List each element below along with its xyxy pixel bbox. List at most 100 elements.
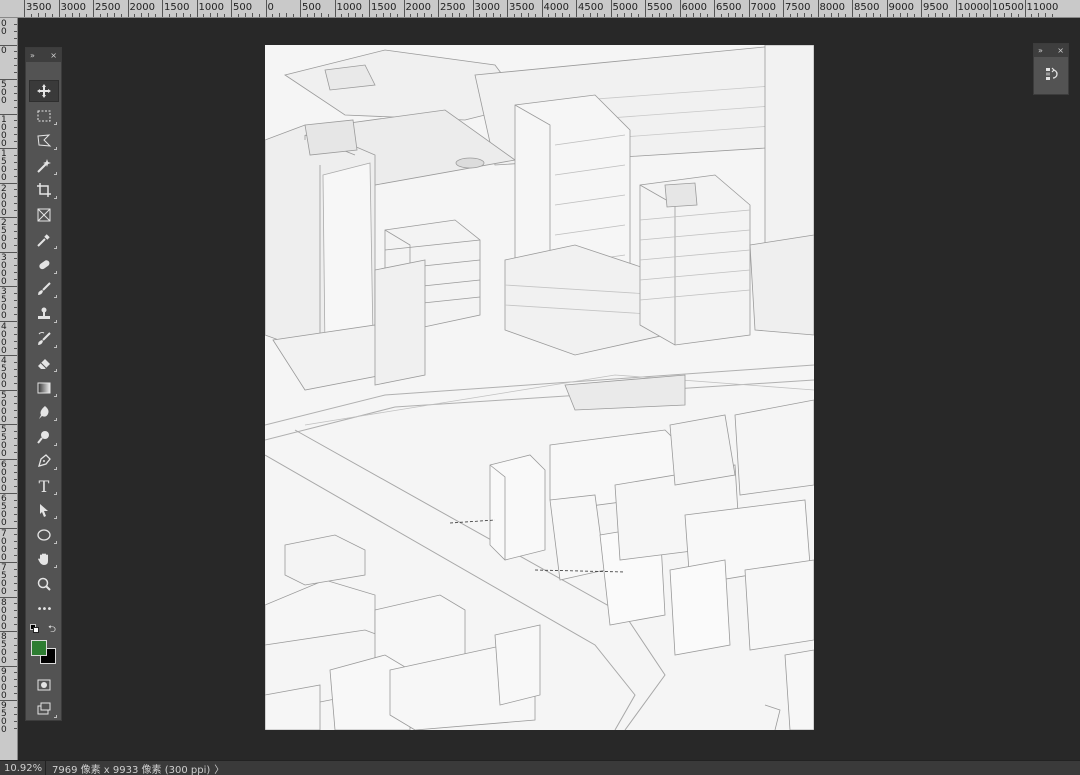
rect-marquee-icon	[37, 110, 51, 122]
ruler-minor-tick	[306, 14, 308, 17]
shape-tool[interactable]	[29, 524, 59, 546]
pen-tool[interactable]	[29, 450, 59, 472]
crop-tool[interactable]	[29, 179, 59, 201]
frame-tool[interactable]	[29, 204, 59, 226]
move-tool[interactable]	[29, 80, 59, 102]
ruler-major-tick	[472, 0, 474, 17]
ruler-minor-tick	[872, 13, 874, 17]
brush-tool[interactable]	[29, 278, 59, 300]
marquee-tool[interactable]	[29, 105, 59, 127]
ruler-minor-tick	[203, 14, 205, 17]
ruler-minor-tick	[14, 437, 17, 439]
tools-panel: » × T ••• ⮌	[25, 47, 62, 721]
ruler-minor-tick	[720, 14, 722, 17]
vertical-ruler[interactable]: 5000500100015002000250030003500400045005…	[0, 18, 18, 760]
ruler-minor-tick	[99, 14, 101, 17]
edit-toolbar[interactable]: •••	[29, 598, 59, 620]
ruler-label: 2000	[1, 183, 7, 218]
healing-brush-tool[interactable]	[29, 254, 59, 276]
ruler-label: 3500	[26, 2, 52, 13]
swap-colors-button[interactable]: ⮌	[48, 622, 56, 639]
ruler-minor-tick	[14, 651, 17, 653]
ruler-label: 4000	[1, 321, 7, 356]
ruler-label: 1500	[371, 2, 397, 13]
ruler-minor-tick	[479, 14, 481, 17]
default-colors-button[interactable]	[30, 624, 39, 633]
ruler-minor-tick	[451, 13, 453, 17]
ruler-minor-tick	[14, 341, 17, 343]
ruler-major-tick	[334, 0, 336, 17]
dodge-tool[interactable]	[29, 426, 59, 448]
ruler-minor-tick	[824, 14, 826, 17]
hand-tool[interactable]	[29, 548, 59, 570]
ruler-label: 3000	[1, 252, 7, 287]
close-panel-button[interactable]: ×	[50, 51, 57, 60]
ruler-minor-tick	[796, 13, 798, 17]
ruler-minor-tick	[189, 14, 191, 17]
ruler-major-tick	[93, 0, 94, 17]
ruler-minor-tick	[355, 13, 357, 17]
ruler-minor-tick	[168, 14, 170, 17]
ruler-minor-tick	[14, 72, 17, 74]
expand-dock-button[interactable]: »	[1038, 46, 1043, 55]
ruler-minor-tick	[14, 568, 17, 570]
quick-mask-button[interactable]	[29, 674, 59, 696]
path-selection-tool[interactable]	[29, 499, 59, 521]
ruler-label: 9500	[923, 2, 949, 13]
document-canvas[interactable]	[265, 45, 814, 730]
ruler-minor-tick	[14, 85, 17, 87]
ruler-minor-tick	[865, 13, 867, 17]
zoom-tool[interactable]	[29, 573, 59, 595]
blur-tool[interactable]	[29, 401, 59, 423]
ruler-minor-tick	[14, 361, 17, 363]
ruler-label: 10000	[957, 2, 990, 13]
ruler-minor-tick	[14, 672, 17, 674]
photoshop-workspace: 3500 3000 2500 2000 1500 1000 500 0 500 1000 1500 2…	[0, 0, 1080, 775]
ruler-label: 2500	[440, 2, 466, 13]
history-brush-tool[interactable]	[29, 328, 59, 350]
ruler-minor-tick	[465, 14, 467, 17]
ruler-minor-tick	[14, 720, 17, 722]
ruler-minor-tick	[14, 624, 17, 626]
foreground-color-swatch[interactable]	[31, 640, 47, 656]
ruler-minor-tick	[548, 14, 550, 17]
clone-stamp-tool[interactable]	[29, 303, 59, 325]
ruler-minor-tick	[14, 244, 17, 246]
move-icon	[37, 84, 51, 98]
lasso-tool[interactable]	[29, 130, 59, 152]
history-panel-button[interactable]	[1041, 63, 1063, 85]
ruler-minor-tick	[941, 13, 943, 17]
eraser-tool[interactable]	[29, 352, 59, 374]
magic-wand-tool[interactable]	[29, 155, 59, 177]
zoom-level-field[interactable]: 10.92%	[0, 761, 46, 775]
ruler-minor-tick	[762, 13, 764, 17]
collapse-panel-button[interactable]: »	[30, 51, 35, 60]
ruler-minor-tick	[14, 368, 17, 370]
ruler-label: 8500	[854, 2, 880, 13]
status-menu-arrow[interactable]: 〉	[210, 761, 224, 775]
ruler-minor-tick	[14, 403, 17, 405]
drop-icon	[39, 406, 49, 419]
gradient-tool[interactable]	[29, 377, 59, 399]
ruler-label: 8000	[819, 2, 845, 13]
ruler-label: 7000	[750, 2, 776, 13]
ruler-minor-tick	[996, 14, 998, 17]
ruler-label: 1000	[1, 114, 7, 149]
ruler-minor-tick	[486, 13, 488, 17]
horizontal-ruler[interactable]: 3500 3000 2500 2000 1500 1000 500 0 500 1000 1500 2…	[0, 0, 1080, 18]
architectural-render-image	[265, 45, 814, 730]
eyedropper-tool[interactable]	[29, 229, 59, 251]
ruler-major-tick	[714, 0, 715, 17]
ruler-minor-tick	[734, 13, 736, 17]
ruler-minor-tick	[14, 258, 17, 260]
type-tool[interactable]: T	[29, 475, 59, 497]
ruler-minor-tick	[141, 13, 143, 17]
ruler-minor-tick	[424, 13, 426, 17]
gradient-icon	[37, 382, 51, 394]
close-dock-button[interactable]: ×	[1057, 46, 1064, 55]
document-info: 7969 像素 x 9933 像素 (300 ppi)	[52, 764, 211, 775]
ruler-minor-tick	[14, 513, 17, 515]
ruler-label: 5000	[1, 390, 7, 425]
screen-mode-button[interactable]	[29, 698, 59, 720]
ruler-minor-tick	[14, 210, 17, 212]
